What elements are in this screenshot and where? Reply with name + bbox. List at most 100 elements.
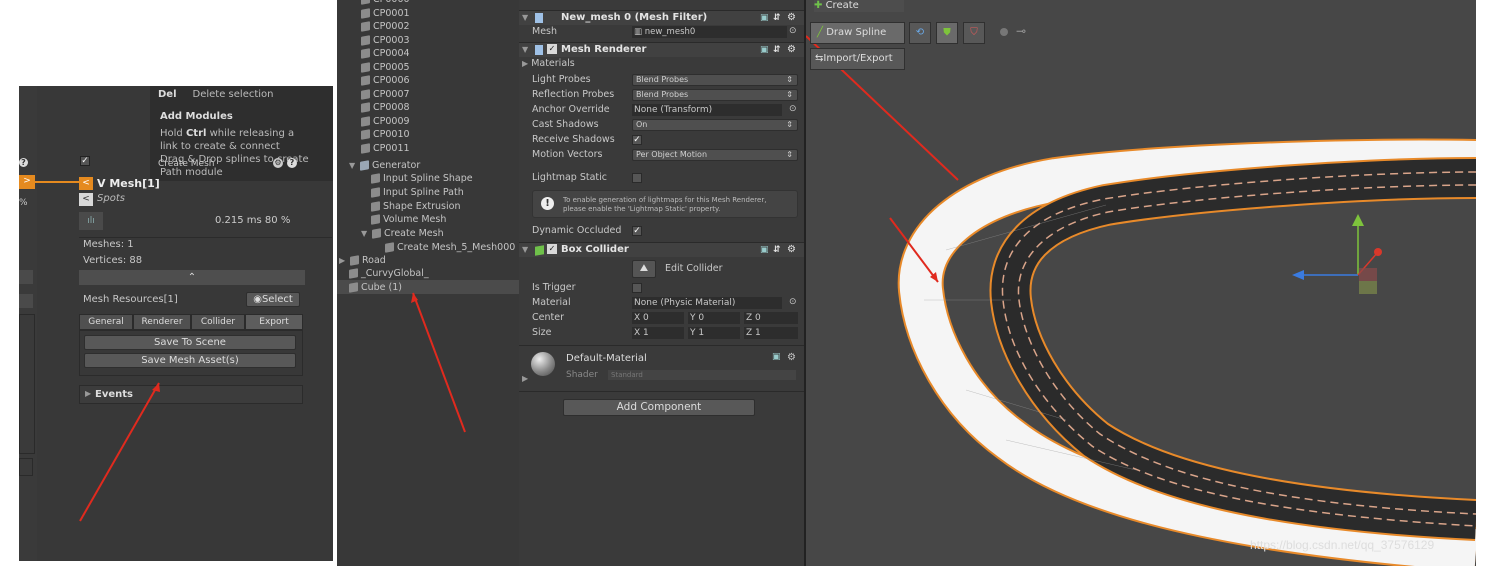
foldout-arrow-icon: ▼	[522, 13, 529, 22]
material-label: Material	[532, 297, 571, 308]
is-trigger-checkbox[interactable]	[632, 283, 642, 293]
book-icon[interactable]: ▣	[760, 243, 769, 257]
spline-tool-icon[interactable]: ⛉	[963, 22, 985, 44]
divider	[519, 345, 804, 346]
reflection-probes-value: Blend Probes	[636, 90, 689, 99]
annotation-arrow-1	[79, 382, 160, 522]
draw-spline-button[interactable]: ╱ Draw Spline	[810, 22, 905, 44]
size-y-field[interactable]: Y 1	[688, 327, 740, 339]
lightmap-info-box: ! To enable generation of lightmaps for …	[532, 190, 798, 218]
dot-tool-icon[interactable]	[1000, 28, 1008, 36]
spline-tool-icon[interactable]: ⟲	[909, 22, 931, 44]
reflection-probes-label: Reflection Probes	[532, 89, 615, 100]
hierarchy-panel: CP0000CP0001CP0002CP0003CP0004CP0005CP00…	[337, 0, 519, 566]
watermark: https://blog.csdn.net/qq_37576129	[1250, 538, 1435, 552]
motion-vectors-dropdown[interactable]: Per Object Motion ⇕	[632, 149, 798, 161]
center-label: Center	[532, 312, 564, 323]
mesh-filter-title: New_mesh 0 (Mesh Filter)	[561, 12, 708, 23]
foldout-arrow-icon[interactable]: ▶	[522, 374, 528, 383]
create-label: Create	[825, 0, 859, 11]
box-collider-icon	[535, 245, 544, 256]
import-export-button[interactable]: ⇆Import/Export	[810, 48, 905, 70]
anchor-override-field[interactable]: None (Transform)	[632, 104, 782, 116]
dropdown-arrow-icon: ⇕	[786, 150, 793, 159]
light-probes-value: Blend Probes	[636, 75, 689, 84]
plus-icon: ✚	[814, 0, 823, 11]
foldout-arrow-icon: ▼	[522, 245, 529, 254]
object-picker-icon[interactable]: ⊙	[789, 26, 797, 36]
edit-collider-button[interactable]: ⛰	[632, 260, 656, 278]
center-x-field[interactable]: X 0	[632, 312, 684, 324]
annotation-arrow-2	[411, 292, 466, 433]
spline-tool-icon[interactable]: ⛊	[936, 22, 958, 44]
settings-gear-icon[interactable]: ⚙	[787, 243, 796, 257]
motion-vectors-label: Motion Vectors	[532, 149, 603, 160]
mesh-renderer-header[interactable]: ▼ ✓ Mesh Renderer ▣ ⇵ ⚙	[519, 42, 804, 57]
book-icon[interactable]: ▣	[760, 43, 769, 57]
material-field[interactable]: None (Physic Material)	[632, 297, 782, 309]
cast-shadows-label: Cast Shadows	[532, 119, 599, 130]
settings-gear-icon[interactable]: ⚙	[787, 352, 796, 363]
size-label: Size	[532, 327, 552, 338]
size-z-field[interactable]: Z 1	[744, 327, 798, 339]
cast-shadows-dropdown[interactable]: On ⇕	[632, 119, 798, 131]
dropdown-arrow-icon: ⇕	[786, 75, 793, 84]
preset-icon[interactable]: ⇵	[773, 43, 781, 57]
receive-shadows-checkbox[interactable]: ✓	[632, 135, 642, 145]
book-icon[interactable]: ▣	[772, 352, 781, 362]
cast-shadows-value: On	[636, 120, 648, 129]
scene-canvas	[806, 0, 1476, 566]
materials-foldout[interactable]: ▶ Materials	[522, 58, 575, 69]
lightmap-static-label: Lightmap Static	[532, 172, 607, 183]
is-trigger-label: Is Trigger	[532, 282, 576, 293]
mesh-label: Mesh	[532, 26, 558, 37]
light-probes-label: Light Probes	[532, 74, 591, 85]
motion-vectors-value: Per Object Motion	[636, 150, 708, 159]
mesh-renderer-title: Mesh Renderer	[561, 44, 647, 55]
shader-value: Standard	[611, 371, 643, 379]
settings-gear-icon[interactable]: ⚙	[787, 43, 796, 57]
shader-label: Shader	[566, 370, 598, 380]
curvy-module-panel: ? > % Del Delete selection Add Modules H…	[19, 86, 333, 561]
center-z-field[interactable]: Z 0	[744, 312, 798, 324]
line-tool-icon[interactable]: ⊸	[1016, 24, 1036, 42]
pen-icon: ╱	[817, 27, 824, 38]
divider	[519, 391, 804, 392]
inspector-panel: ▼ New_mesh 0 (Mesh Filter) ▣ ⇵ ⚙ Mesh ▥ …	[519, 0, 804, 566]
object-picker-icon[interactable]: ⊙	[789, 104, 797, 114]
shader-dropdown[interactable]: Standard	[607, 369, 797, 381]
anchor-override-label: Anchor Override	[532, 104, 610, 115]
materials-label: Materials	[531, 58, 575, 69]
reflection-probes-dropdown[interactable]: Blend Probes ⇕	[632, 89, 798, 101]
mesh-value: new_mesh0	[644, 27, 696, 37]
mesh-field[interactable]: ▥ new_mesh0	[632, 26, 787, 38]
mesh-renderer-icon	[535, 45, 543, 55]
dropdown-arrow-icon: ⇕	[786, 90, 793, 99]
enabled-checkbox[interactable]: ✓	[547, 44, 557, 54]
info-icon: !	[541, 197, 554, 210]
material-sphere-icon	[531, 352, 555, 376]
add-component-button[interactable]: Add Component	[563, 399, 755, 416]
enabled-checkbox[interactable]: ✓	[547, 244, 557, 254]
light-probes-dropdown[interactable]: Blend Probes ⇕	[632, 74, 798, 86]
import-export-label: Import/Export	[823, 53, 893, 64]
box-collider-header[interactable]: ▼ ✓ Box Collider ▣ ⇵ ⚙	[519, 242, 804, 257]
book-icon[interactable]: ▣	[760, 11, 769, 25]
preset-icon[interactable]: ⇵	[773, 243, 781, 257]
size-x-field[interactable]: X 1	[632, 327, 684, 339]
dynamic-occluded-label: Dynamic Occluded	[532, 225, 622, 236]
dynamic-occluded-checkbox[interactable]: ✓	[632, 226, 642, 236]
draw-spline-label: Draw Spline	[826, 27, 887, 38]
create-button[interactable]: ✚ Create	[814, 0, 904, 12]
dropdown-arrow-icon: ⇕	[786, 120, 793, 129]
info-line1: To enable generation of lightmaps for th…	[563, 196, 767, 204]
lightmap-static-checkbox[interactable]	[632, 173, 642, 183]
scene-view: ✚ Create ╱ Draw Spline ⟲ ⛊ ⛉ ⊸ ⇆Import/E…	[806, 0, 1476, 566]
default-material-name: Default-Material	[566, 353, 647, 364]
preset-icon[interactable]: ⇵	[773, 11, 781, 25]
mesh-filter-header[interactable]: ▼ New_mesh 0 (Mesh Filter) ▣ ⇵ ⚙	[519, 10, 804, 25]
center-y-field[interactable]: Y 0	[688, 312, 740, 324]
receive-shadows-label: Receive Shadows	[532, 134, 615, 145]
object-picker-icon[interactable]: ⊙	[789, 297, 797, 307]
settings-gear-icon[interactable]: ⚙	[787, 11, 796, 25]
